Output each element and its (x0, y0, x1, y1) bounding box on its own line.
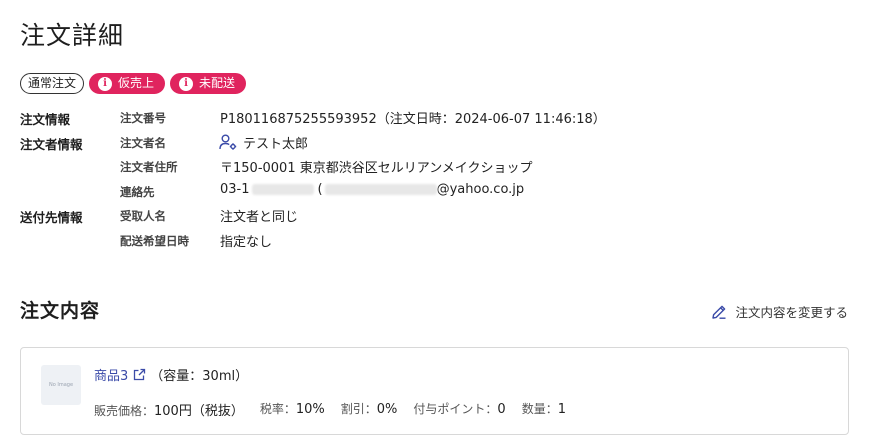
info-icon: i (179, 76, 194, 91)
contact-value: 03-1 ( @yahoo.co.jp (220, 182, 524, 197)
pencil-icon (712, 305, 726, 319)
edit-order-contents-link[interactable]: 注文内容を変更する (711, 302, 848, 321)
price-value: 100円（税抜） (154, 404, 244, 419)
contact-label: 連絡先 (120, 184, 155, 199)
page-title: 注文詳細 (20, 21, 125, 50)
contact-email-suffix: @yahoo.co.jp (436, 181, 525, 197)
contact-separator: ( (317, 181, 323, 197)
orderer-address-value: 〒150-0001 東京都渋谷区セルリアンメイクショップ (220, 161, 533, 176)
order-number-value: P180116875255593952（注文日時：2024-06-07 11:4… (220, 112, 606, 127)
orderer-name-label: 注文者名 (120, 135, 166, 150)
product-discount: 割引：0% (341, 400, 398, 419)
delivery-date-value: 指定なし (220, 234, 273, 250)
product-name-line: 商品3 （容量：30ml） (94, 365, 248, 384)
order-number-label: 注文番号 (120, 111, 166, 125)
orderer-name-value: テスト太郎 (219, 133, 309, 152)
edit-order-contents-label: 注文内容を変更する (735, 305, 848, 320)
product-points: 付与ポイント：0 (413, 400, 505, 419)
product-card: No Image 商品3 （容量：30ml） 販売価格：100円（税抜） 税率：… (20, 347, 849, 435)
discount-value: 0% (376, 402, 398, 417)
order-contents-title: 注文内容 (20, 300, 101, 322)
tax-label: 税率： (259, 402, 296, 416)
tax-value: 10% (295, 402, 325, 417)
status-badges: 通常注文 i 仮売上 i 未配送 (20, 73, 247, 94)
contact-phone-prefix: 03-1 (220, 181, 250, 197)
product-quantity: 数量：1 (522, 400, 566, 419)
product-price: 販売価格：100円（税抜） (94, 400, 244, 419)
orderer-address-label: 注文者住所 (120, 160, 178, 174)
redacted-phone (251, 183, 314, 195)
delivery-date-label: 配送希望日時 (120, 233, 189, 248)
status-badge-label: 仮売上 (118, 76, 155, 90)
order-info-section-label: 注文情報 (20, 112, 71, 127)
product-tax: 税率：10% (260, 400, 325, 419)
redacted-email (324, 183, 437, 195)
discount-label: 割引： (340, 402, 377, 416)
product-thumbnail: No Image (41, 365, 81, 405)
quantity-value: 1 (557, 402, 566, 417)
info-icon: i (98, 76, 113, 91)
order-type-badge: 通常注文 (20, 73, 85, 94)
price-label: 販売価格： (94, 404, 155, 418)
orderer-info-section-label: 注文者情報 (20, 136, 83, 152)
points-label: 付与ポイント： (413, 402, 498, 416)
recipient-value: 注文者と同じ (220, 210, 299, 225)
user-edit-icon (219, 134, 237, 150)
product-name-link[interactable]: 商品3 (94, 365, 128, 384)
points-value: 0 (497, 402, 506, 417)
shipping-info-section-label: 送付先情報 (20, 210, 83, 225)
product-spec: （容量：30ml） (150, 369, 249, 384)
status-badge-provisional-sale: i 仮売上 (89, 73, 166, 94)
external-link-icon[interactable] (133, 368, 146, 381)
product-meta: 販売価格：100円（税抜） 税率：10% 割引：0% 付与ポイント：0 数量：1 (94, 400, 582, 419)
status-badge-label: 未配送 (199, 76, 236, 90)
product-thumbnail-text: No Image (48, 382, 74, 388)
status-badge-unshipped: i 未配送 (170, 73, 247, 94)
orderer-name-text: テスト太郎 (243, 136, 309, 152)
recipient-label: 受取人名 (120, 209, 166, 223)
quantity-label: 数量： (521, 402, 558, 416)
